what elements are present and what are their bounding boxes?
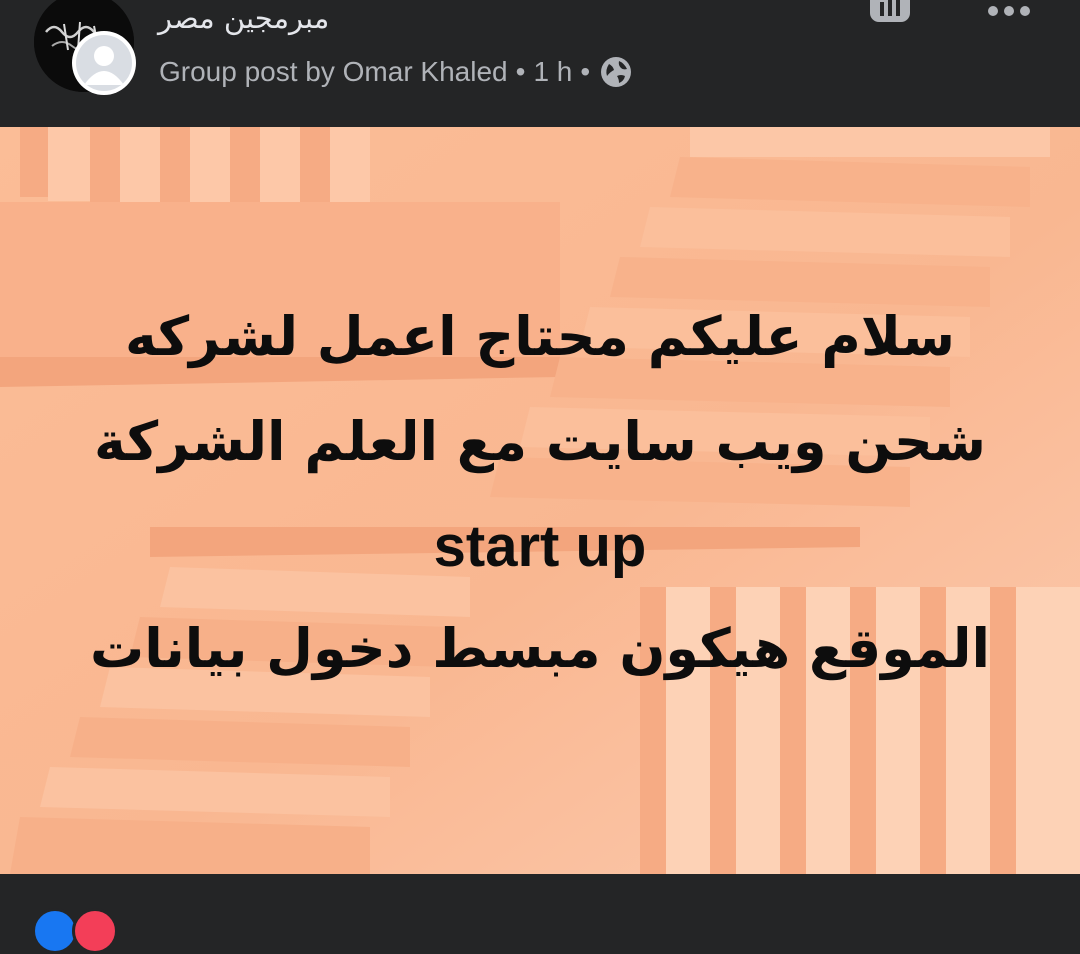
- post-text-line-4: الموقع هيكون مبسط دخول بيانات: [89, 617, 991, 680]
- author-name-link[interactable]: Omar Khaled: [343, 56, 508, 88]
- post-text-line-2: شحن ويب سايت مع العلم الشركة: [94, 410, 986, 473]
- post-type-label: Group post by: [159, 56, 335, 87]
- post-meta: Group post by Omar Khaled • 1 h •: [159, 52, 632, 92]
- post-text-line-1: سلام عليكم محتاج اعمل لشركه: [125, 305, 955, 368]
- meta-separator-2: •: [580, 56, 591, 87]
- meta-separator: •: [515, 56, 526, 87]
- love-reaction-icon[interactable]: [72, 908, 118, 954]
- default-profile-icon: [84, 46, 124, 85]
- post-header: مبرمجين مصر Group post by Omar Khaled • …: [0, 0, 1080, 127]
- author-avatar[interactable]: [72, 31, 136, 95]
- globe-icon[interactable]: [600, 56, 632, 88]
- more-options-icon[interactable]: [984, 0, 1034, 22]
- insights-icon[interactable]: [870, 0, 910, 22]
- post-image[interactable]: سلام عليكم محتاج اعمل لشركه شحن ويب سايت…: [0, 127, 1080, 874]
- post-text: سلام عليكم محتاج اعمل لشركه شحن ويب سايت…: [40, 307, 1040, 724]
- post-text-line-3: start up: [433, 514, 647, 579]
- post-footer: [0, 874, 1080, 954]
- group-name-link[interactable]: مبرمجين مصر: [158, 0, 329, 38]
- post-timestamp[interactable]: 1 h: [533, 56, 572, 88]
